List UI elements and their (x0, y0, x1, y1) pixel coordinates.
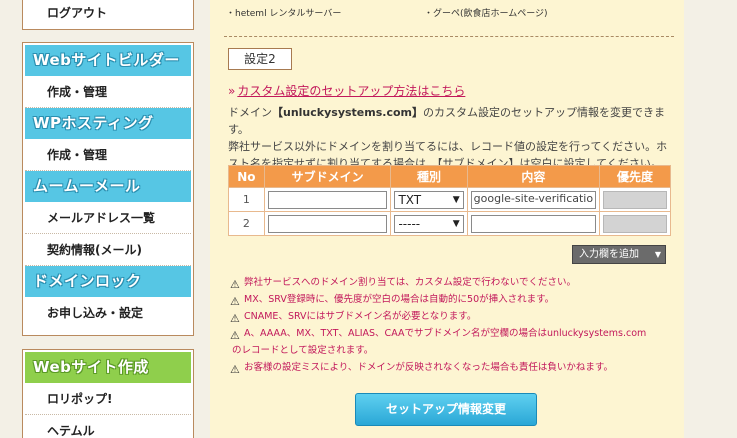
section-header-muumuu-mail: ムームーメール (25, 171, 191, 202)
content-input[interactable]: google-site-verificatio (470, 190, 597, 209)
double-chevron-icon: » (228, 84, 236, 98)
triangle-down-icon: ▼ (654, 250, 661, 259)
warning-icon: ⚠ (230, 329, 240, 342)
note-item: ⚠ MX、SRV登録時に、優先度が空白の場合は自動的に50が挿入されます。 (230, 291, 674, 308)
warning-icon: ⚠ (230, 363, 240, 376)
notes: ⚠ 弊社サービスへのドメイン割り当ては、カスタム設定で行わないでください。 ⚠ MX… (230, 274, 674, 376)
col-header-priority: 優先度 (599, 165, 671, 188)
sidebar-item-wp-manage[interactable]: 作成・管理 (25, 139, 191, 171)
type-select[interactable]: ----- ▼ (394, 214, 464, 233)
type-cell: ----- ▼ (390, 211, 468, 236)
section-header-wp-hosting: WPホスティング (25, 108, 191, 139)
divider (224, 36, 674, 37)
help-link[interactable]: » カスタム設定のセットアップ方法はこちら (228, 82, 465, 99)
priority-cell (599, 187, 671, 212)
type-cell: TXT ▼ (390, 187, 468, 212)
note-item: ⚠ 弊社サービスへのドメイン割り当ては、カスタム設定で行わないでください。 (230, 274, 674, 291)
note-text: お客様の設定ミスにより、ドメインが反映されなくなった場合も責任は負いかねます。 (244, 362, 613, 373)
setting-tag: 設定2 (228, 48, 292, 70)
type-select-value: ----- (398, 216, 421, 231)
sidebar-item-logout[interactable]: ログアウト (25, 0, 191, 27)
chevron-down-icon: ▼ (452, 218, 460, 229)
section-header-website-builder: Webサイトビルダー (25, 45, 191, 76)
chevron-down-icon: ▼ (452, 194, 460, 205)
section-header-domain-lock: ドメインロック (25, 266, 191, 297)
col-header-no: No (228, 165, 265, 188)
type-select[interactable]: TXT ▼ (394, 190, 464, 209)
link-heteml[interactable]: ・heteml レンタルサーバー (226, 6, 341, 19)
sidebar-item-domain-lock-apply[interactable]: お申し込み・設定 (25, 297, 191, 329)
help-link-text[interactable]: カスタム設定のセットアップ方法はこちら (237, 84, 465, 98)
note-item: ⚠ A、AAAA、MX、TXT、ALIAS、CAAでサブドメイン名が空欄の場合はu… (230, 325, 674, 342)
sidebar-item-builder-manage[interactable]: 作成・管理 (25, 76, 191, 108)
sidebar-box-account: ログアウト (22, 0, 194, 30)
desc-domain: 【unluckysystems.com】 (272, 106, 423, 119)
priority-input[interactable] (603, 190, 667, 209)
note-text: 弊社サービスへのドメイン割り当ては、カスタム設定で行わないでください。 (244, 277, 577, 288)
col-header-content: 内容 (466, 165, 601, 188)
main-content: ・heteml レンタルサーバー ・グーペ(飲食店ホームページ) 設定2 » カス… (210, 0, 684, 438)
note-item: ⚠ CNAME、SRVにはサブドメイン名が必要となります。 (230, 308, 674, 325)
note-text: CNAME、SRVにはサブドメイン名が必要となります。 (244, 311, 477, 322)
col-header-subdomain: サブドメイン (263, 165, 392, 188)
priority-cell (599, 211, 671, 236)
sidebar-item-lolipop[interactable]: ロリポップ! (25, 383, 191, 415)
link-goope[interactable]: ・グーペ(飲食店ホームページ) (424, 6, 548, 19)
subdomain-input[interactable] (267, 214, 388, 233)
content-cell (466, 211, 601, 236)
sidebar-box-website-create: Webサイト作成 ロリポップ! ヘテムル (22, 349, 194, 438)
row-number: 2 (228, 211, 265, 236)
table-header-row: No サブドメイン 種別 内容 優先度 (228, 165, 671, 188)
note-text: A、AAAA、MX、TXT、ALIAS、CAAでサブドメイン名が空欄の場合はun… (244, 328, 647, 339)
table-row: 1 TXT ▼ google-site-verificatio (228, 187, 671, 212)
sidebar-item-heteml[interactable]: ヘテムル (25, 415, 191, 438)
row-number: 1 (228, 187, 265, 212)
sidebar-item-mail-list[interactable]: メールアドレス一覧 (25, 202, 191, 234)
sidebar-box-services: Webサイトビルダー 作成・管理 WPホスティング 作成・管理 ムームーメール … (22, 42, 194, 336)
desc-pre: ドメイン (228, 106, 272, 119)
col-header-type: 種別 (390, 165, 468, 188)
description: ドメイン【unluckysystems.com】のカスタム設定のセットアップ情報… (228, 104, 670, 172)
add-input-row-label: 入力欄を追加 (579, 249, 639, 260)
content-input[interactable] (470, 214, 597, 233)
content-cell: google-site-verificatio (466, 187, 601, 212)
type-select-value: TXT (398, 192, 422, 207)
section-header-website-create: Webサイト作成 (25, 352, 191, 383)
subdomain-cell (263, 187, 392, 212)
note-continuation: のレコードとして設定されます。 (232, 345, 374, 356)
note-text: MX、SRV登録時に、優先度が空白の場合は自動的に50が挿入されます。 (244, 294, 555, 305)
add-input-row-button[interactable]: 入力欄を追加 ▼ (572, 245, 666, 264)
subdomain-input[interactable] (267, 190, 388, 209)
dns-record-table: No サブドメイン 種別 内容 優先度 1 TXT ▼ google-site-v… (228, 165, 671, 236)
subdomain-cell (263, 211, 392, 236)
note-item: ⚠ お客様の設定ミスにより、ドメインが反映されなくなった場合も責任は負いかねます。 (230, 359, 674, 376)
priority-input[interactable] (603, 214, 667, 233)
setup-update-button[interactable]: セットアップ情報変更 (355, 393, 537, 426)
sidebar-item-mail-contract[interactable]: 契約情報(メール) (25, 234, 191, 266)
table-row: 2 ----- ▼ (228, 211, 671, 236)
